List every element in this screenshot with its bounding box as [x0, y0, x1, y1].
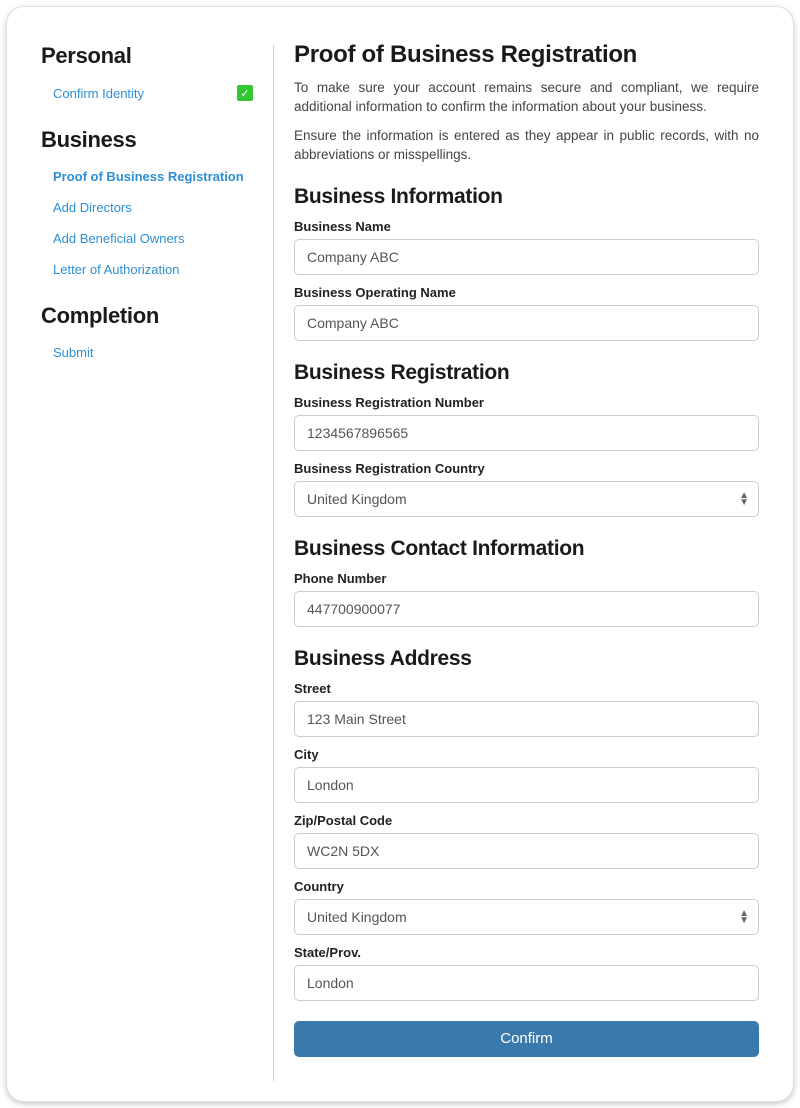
sidebar: Personal Confirm Identity ✓ Business Pro…	[41, 35, 273, 1081]
select-wrap-registration-country: United Kingdom ▲▼	[294, 481, 759, 517]
sidebar-item-confirm-identity[interactable]: Confirm Identity ✓	[41, 77, 253, 109]
page-title: Proof of Business Registration	[294, 41, 759, 69]
sidebar-section-business: Business	[41, 127, 253, 153]
section-business-contact: Business Contact Information	[294, 537, 759, 561]
main-content: Proof of Business Registration To make s…	[274, 35, 759, 1081]
label-business-name: Business Name	[294, 219, 759, 234]
confirm-button[interactable]: Confirm	[294, 1021, 759, 1057]
sidebar-section-personal: Personal	[41, 43, 253, 69]
check-icon: ✓	[237, 85, 253, 101]
sidebar-item-label: Letter of Authorization	[53, 262, 179, 277]
label-zip: Zip/Postal Code	[294, 813, 759, 828]
section-business-information: Business Information	[294, 185, 759, 209]
input-city[interactable]	[294, 767, 759, 803]
label-state: State/Prov.	[294, 945, 759, 960]
label-business-operating-name: Business Operating Name	[294, 285, 759, 300]
sidebar-item-label: Add Directors	[53, 200, 132, 215]
input-registration-number[interactable]	[294, 415, 759, 451]
sidebar-item-submit[interactable]: Submit	[41, 337, 253, 368]
select-address-country[interactable]: United Kingdom	[294, 899, 759, 935]
intro-paragraph-1: To make sure your account remains secure…	[294, 79, 759, 117]
sidebar-item-proof-business-registration[interactable]: Proof of Business Registration	[41, 161, 253, 192]
input-zip[interactable]	[294, 833, 759, 869]
input-business-name[interactable]	[294, 239, 759, 275]
select-wrap-address-country: United Kingdom ▲▼	[294, 899, 759, 935]
sidebar-item-label: Proof of Business Registration	[53, 169, 244, 184]
sidebar-item-label: Add Beneficial Owners	[53, 231, 185, 246]
section-business-registration: Business Registration	[294, 361, 759, 385]
sidebar-item-label: Submit	[53, 345, 93, 360]
sidebar-item-label: Confirm Identity	[53, 86, 144, 101]
section-business-address: Business Address	[294, 647, 759, 671]
label-phone-number: Phone Number	[294, 571, 759, 586]
sidebar-item-letter-of-authorization[interactable]: Letter of Authorization	[41, 254, 253, 285]
label-city: City	[294, 747, 759, 762]
label-street: Street	[294, 681, 759, 696]
intro-paragraph-2: Ensure the information is entered as the…	[294, 127, 759, 165]
sidebar-section-completion: Completion	[41, 303, 253, 329]
input-state[interactable]	[294, 965, 759, 1001]
input-street[interactable]	[294, 701, 759, 737]
registration-card: Personal Confirm Identity ✓ Business Pro…	[6, 6, 794, 1102]
input-business-operating-name[interactable]	[294, 305, 759, 341]
label-registration-country: Business Registration Country	[294, 461, 759, 476]
input-phone-number[interactable]	[294, 591, 759, 627]
label-registration-number: Business Registration Number	[294, 395, 759, 410]
label-country: Country	[294, 879, 759, 894]
sidebar-item-add-directors[interactable]: Add Directors	[41, 192, 253, 223]
select-registration-country[interactable]: United Kingdom	[294, 481, 759, 517]
sidebar-item-add-beneficial-owners[interactable]: Add Beneficial Owners	[41, 223, 253, 254]
